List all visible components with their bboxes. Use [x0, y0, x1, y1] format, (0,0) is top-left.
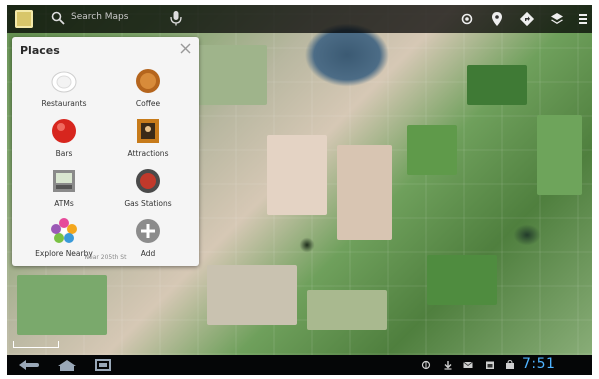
download-icon[interactable]: [443, 360, 453, 370]
atm-icon: [53, 170, 75, 192]
search-icon[interactable]: [51, 11, 65, 25]
place-label: Attractions: [127, 149, 169, 158]
place-gas-stations[interactable]: Gas Stations: [108, 167, 188, 213]
tablet-screen: Search Maps Places Restaurants Coffee Ba…: [7, 5, 592, 375]
notification-icon[interactable]: [421, 360, 431, 370]
recent-apps-icon[interactable]: [91, 358, 115, 372]
attraction-icon: [137, 119, 159, 143]
search-input[interactable]: Search Maps: [71, 12, 151, 22]
place-label: Gas Stations: [124, 199, 172, 208]
layers-icon[interactable]: [549, 11, 565, 27]
place-label: Bars: [55, 149, 73, 158]
clock[interactable]: 7:51: [522, 356, 588, 372]
place-restaurants[interactable]: Restaurants: [24, 67, 104, 113]
place-atms[interactable]: ATMs: [24, 167, 104, 213]
mail-icon[interactable]: [463, 360, 473, 370]
place-attractions[interactable]: Attractions: [108, 117, 188, 163]
map-scale-bar: [13, 341, 59, 348]
market-icon[interactable]: [505, 360, 515, 370]
directions-icon[interactable]: [519, 11, 535, 27]
places-pin-icon[interactable]: [489, 11, 505, 27]
bar-icon: [52, 119, 76, 143]
menu-icon[interactable]: [575, 11, 591, 27]
system-bar: 7:51: [7, 355, 592, 375]
close-icon[interactable]: [180, 43, 191, 54]
place-bars[interactable]: Bars: [24, 117, 104, 163]
maps-logo-icon[interactable]: [15, 10, 33, 28]
add-icon: [136, 219, 160, 243]
explore-icon: [51, 218, 77, 243]
gas-station-icon: [136, 169, 160, 193]
place-label: ATMs: [54, 199, 74, 208]
near-location-text: Near 205th St: [84, 254, 127, 261]
home-icon[interactable]: [55, 358, 79, 372]
calendar-icon[interactable]: [485, 360, 495, 370]
place-label: Restaurants: [41, 99, 87, 108]
places-panel: Places Restaurants Coffee Bars Attractio…: [12, 37, 199, 266]
my-location-icon[interactable]: [459, 11, 475, 27]
coffee-icon: [136, 69, 160, 93]
action-bar: Search Maps: [7, 5, 592, 33]
back-icon[interactable]: [17, 358, 41, 372]
microphone-icon[interactable]: [169, 10, 183, 26]
place-coffee[interactable]: Coffee: [108, 67, 188, 113]
places-title: Places: [20, 44, 60, 57]
place-label: Coffee: [135, 99, 161, 108]
plate-icon: [51, 71, 77, 93]
